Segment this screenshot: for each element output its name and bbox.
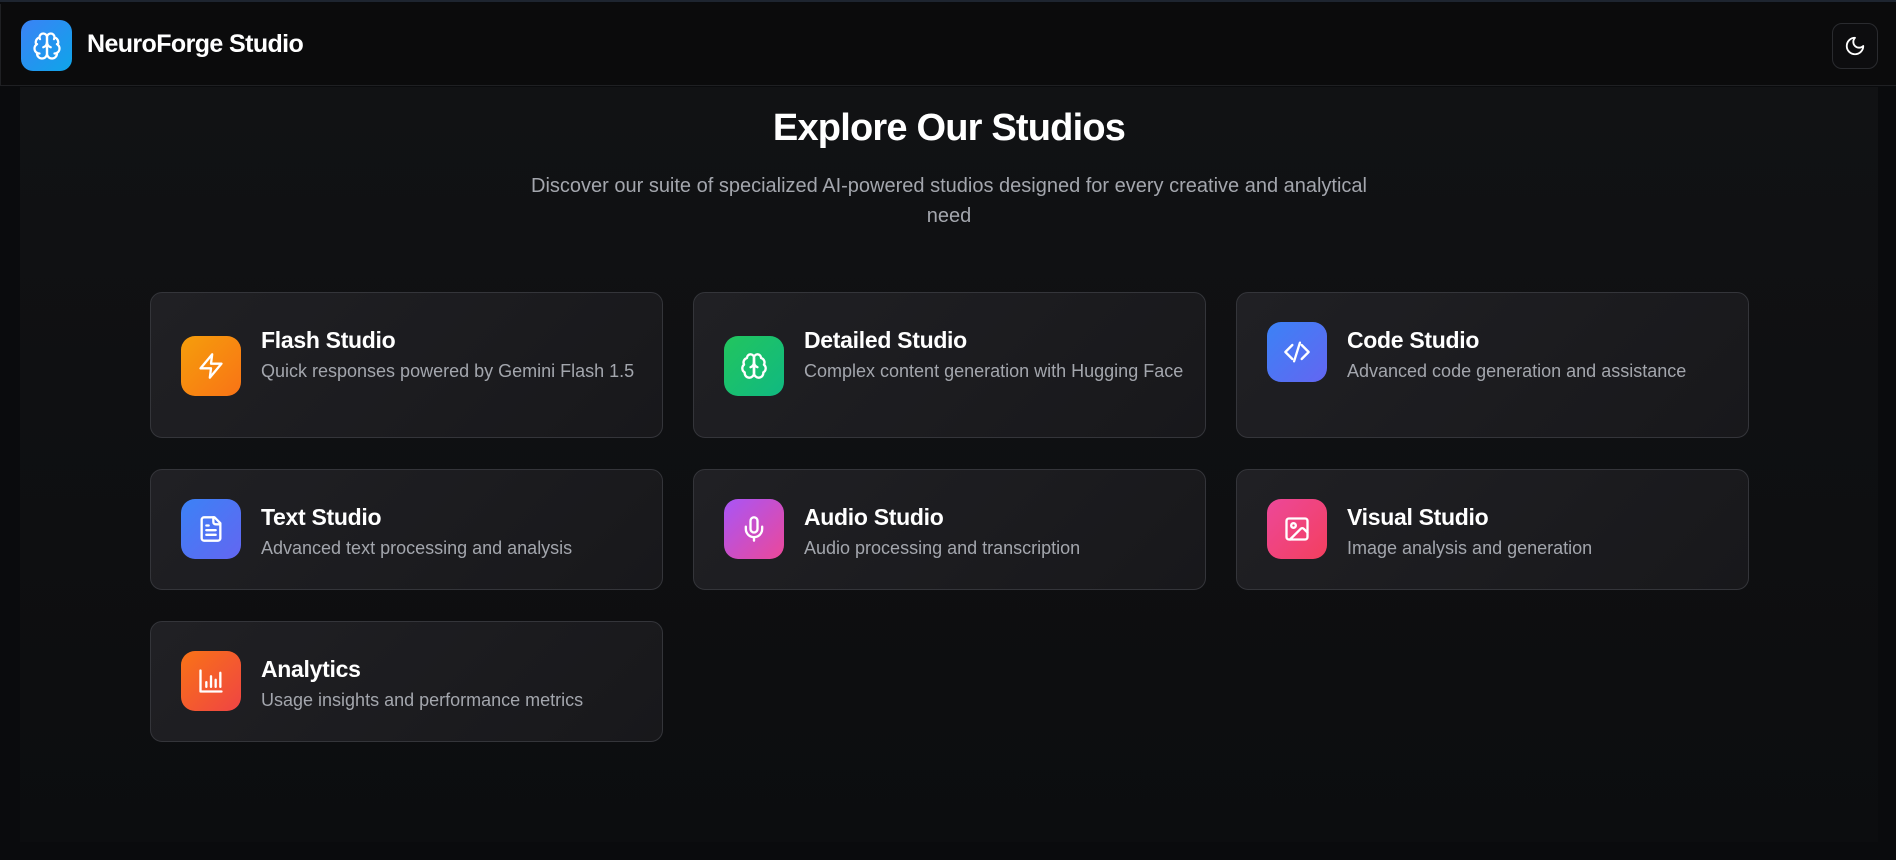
studio-icon-box	[181, 499, 241, 559]
studio-description: Image analysis and generation	[1347, 538, 1593, 558]
studio-description: Quick responses powered by Gemini Flash …	[261, 361, 635, 381]
studio-card-flash[interactable]: Flash Studio Quick responses powered by …	[150, 292, 663, 438]
studio-description: Usage insights and performance metrics	[261, 690, 584, 710]
lightning-icon	[197, 352, 225, 380]
page-subtitle: Discover our suite of specialized AI-pow…	[531, 175, 1367, 227]
document-icon	[197, 515, 225, 543]
bar-chart-icon	[197, 667, 225, 695]
app-window: NeuroForge Studio Explore Our Studios Di…	[0, 0, 1896, 860]
theme-toggle-button[interactable]	[1832, 23, 1878, 69]
main-content: Explore Our Studios Discover our suite o…	[20, 87, 1878, 842]
studio-card-audio[interactable]: Audio Studio Audio processing and transc…	[693, 469, 1206, 590]
app-title[interactable]: NeuroForge Studio	[87, 30, 304, 59]
studio-title: Flash Studio	[261, 327, 396, 353]
studio-title: Detailed Studio	[804, 327, 967, 353]
studio-icon-box	[181, 336, 241, 396]
studio-icon-box	[1267, 499, 1327, 559]
brain-icon[interactable]	[21, 20, 72, 71]
studio-title: Visual Studio	[1347, 504, 1489, 530]
image-icon	[1283, 515, 1311, 543]
studio-icon-box	[724, 336, 784, 396]
studio-title: Code Studio	[1347, 327, 1480, 353]
brain-icon	[740, 352, 768, 380]
studio-title: Audio Studio	[804, 504, 944, 530]
studio-icon-box	[181, 651, 241, 711]
studio-description: Complex content generation with Hugging …	[804, 361, 1184, 381]
code-icon	[1283, 338, 1311, 366]
studio-card-code[interactable]: Code Studio Advanced code generation and…	[1236, 292, 1749, 438]
studio-icon-box	[1267, 322, 1327, 382]
microphone-icon	[740, 515, 768, 543]
page-title: Explore Our Studios	[772, 107, 1126, 149]
studio-card-detailed[interactable]: Detailed Studio Complex content generati…	[693, 292, 1206, 438]
moon-icon	[1844, 35, 1866, 57]
studio-title: Text Studio	[261, 504, 382, 530]
top-header: NeuroForge Studio	[0, 4, 1896, 86]
studio-card-visual[interactable]: Visual Studio Image analysis and generat…	[1236, 469, 1749, 590]
studio-description: Audio processing and transcription	[804, 538, 1081, 558]
studio-description: Advanced code generation and assistance	[1347, 361, 1687, 381]
studio-card-text[interactable]: Text Studio Advanced text processing and…	[150, 469, 663, 590]
studio-description: Advanced text processing and analysis	[261, 538, 573, 558]
studio-icon-box	[724, 499, 784, 559]
studio-title: Analytics	[261, 656, 361, 682]
studio-card-analytics[interactable]: Analytics Usage insights and performance…	[150, 621, 663, 742]
